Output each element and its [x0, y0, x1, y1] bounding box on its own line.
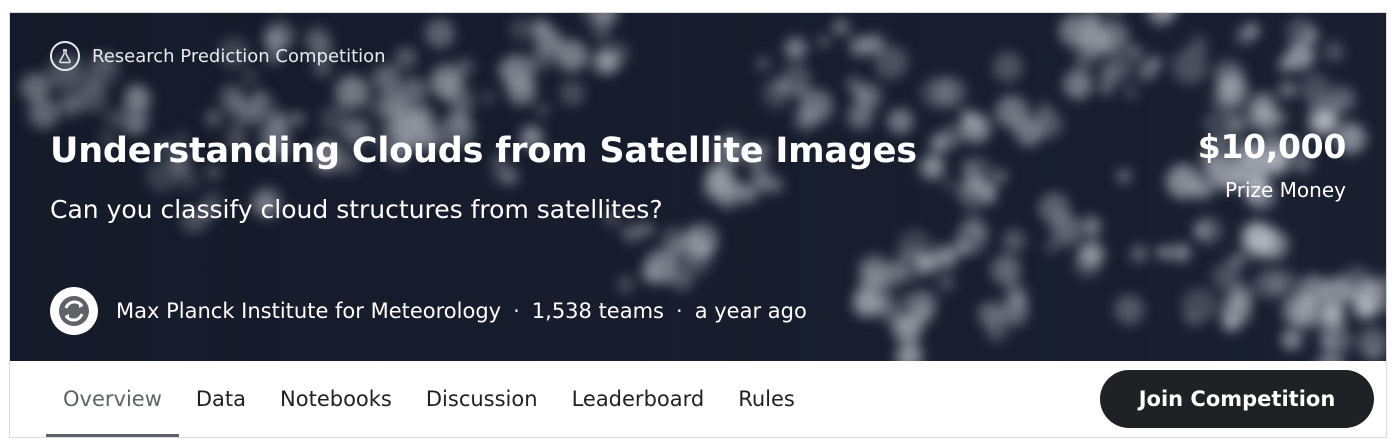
- competition-type: Research Prediction Competition: [50, 41, 386, 71]
- competition-title: Understanding Clouds from Satellite Imag…: [50, 131, 917, 171]
- tab-bar: Overview Data Notebooks Discussion Leade…: [10, 361, 1386, 437]
- competition-subtitle: Can you classify cloud structures from s…: [50, 195, 663, 224]
- tab-list: Overview Data Notebooks Discussion Leade…: [46, 361, 812, 437]
- separator: ·: [676, 299, 683, 323]
- tab-rules[interactable]: Rules: [721, 361, 812, 437]
- host-info: Max Planck Institute for Meteorology · 1…: [50, 287, 807, 335]
- prize-amount: $10,000: [1197, 127, 1347, 166]
- tab-overview[interactable]: Overview: [46, 361, 179, 437]
- prize-block: $10,000 Prize Money: [1197, 127, 1347, 202]
- host-logo-icon[interactable]: [50, 287, 98, 335]
- tab-notebooks[interactable]: Notebooks: [263, 361, 409, 437]
- flask-icon: [50, 41, 80, 71]
- competition-header: Research Prediction Competition Understa…: [9, 12, 1387, 438]
- separator: ·: [513, 299, 520, 323]
- tab-data[interactable]: Data: [179, 361, 263, 437]
- prize-label: Prize Money: [1225, 178, 1346, 202]
- time-ago: a year ago: [694, 299, 807, 323]
- tab-discussion[interactable]: Discussion: [409, 361, 555, 437]
- host-name[interactable]: Max Planck Institute for Meteorology: [116, 299, 501, 323]
- join-competition-button[interactable]: Join Competition: [1100, 370, 1374, 428]
- team-count: 1,538 teams: [531, 299, 664, 323]
- tab-leaderboard[interactable]: Leaderboard: [555, 361, 722, 437]
- competition-type-label: Research Prediction Competition: [92, 45, 386, 67]
- hero-banner: Research Prediction Competition Understa…: [10, 13, 1386, 361]
